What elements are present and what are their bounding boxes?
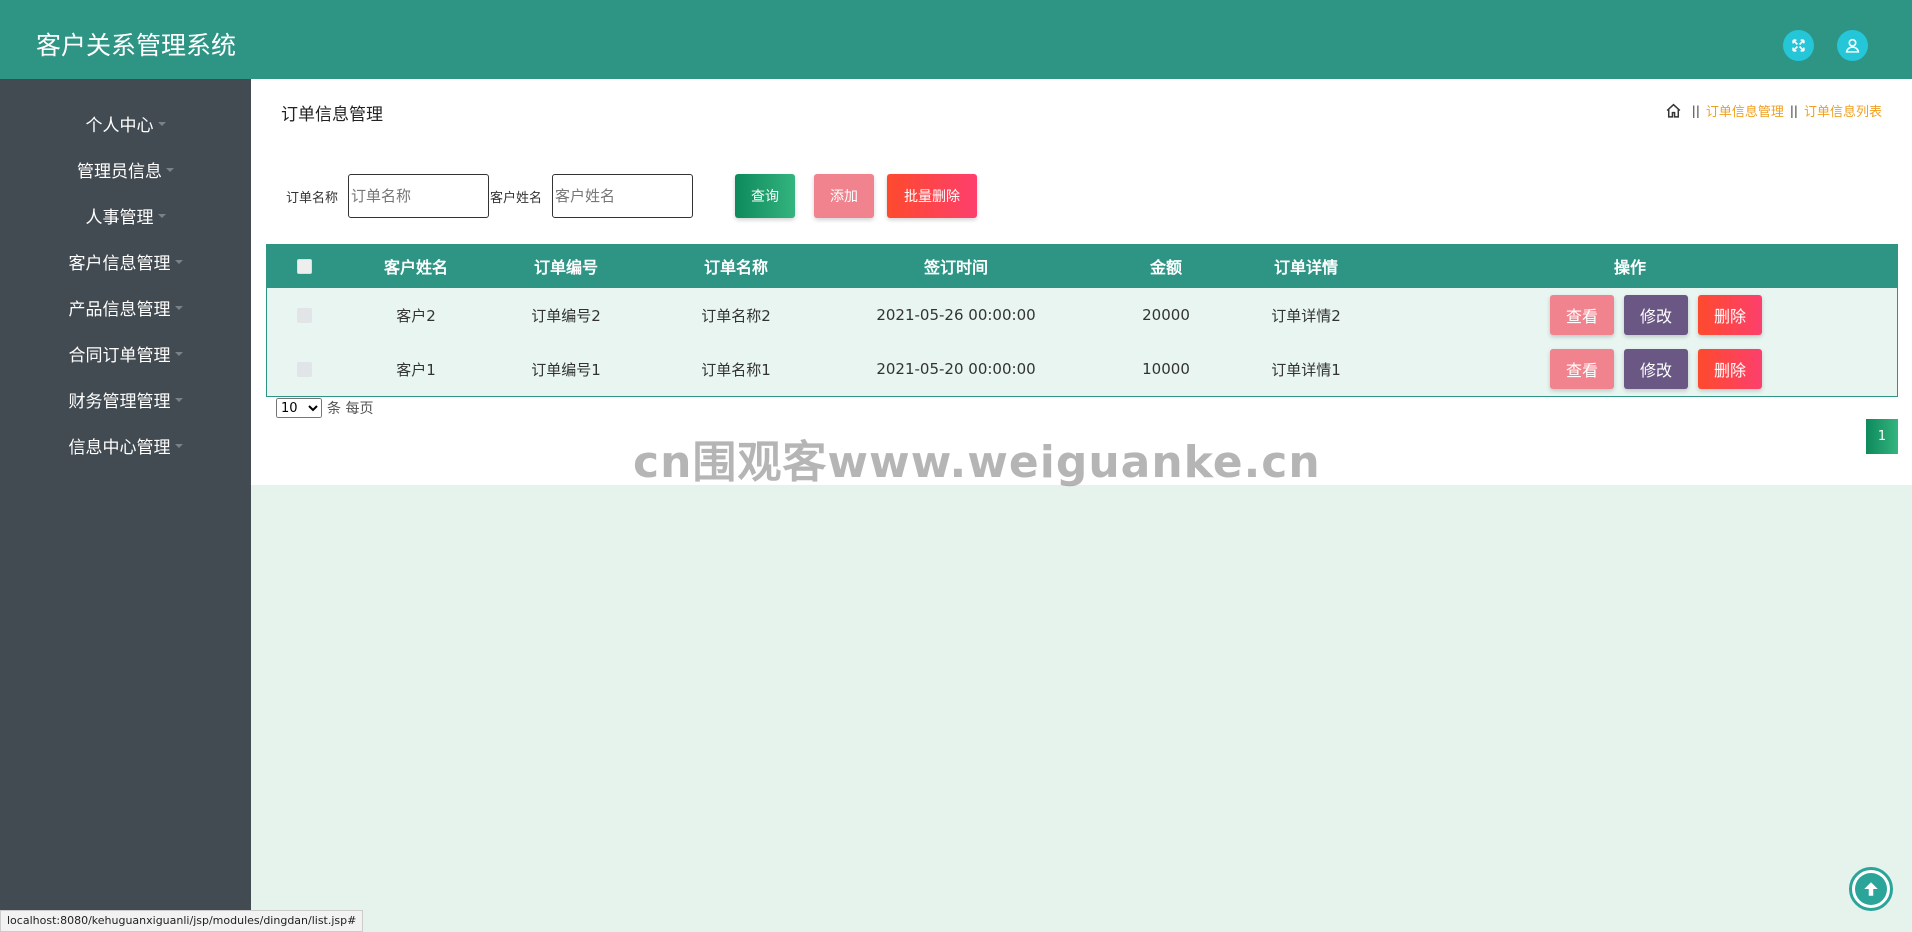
customer-name-label: 客户姓名 bbox=[490, 191, 543, 206]
sidebar-item-info-center[interactable]: 信息中心管理 bbox=[0, 422, 251, 468]
page-number-button[interactable]: 1 bbox=[1866, 419, 1898, 454]
sidebar-item-contract-order[interactable]: 合同订单管理 bbox=[0, 330, 251, 376]
order-name-input[interactable] bbox=[348, 174, 489, 218]
order-table: 客户姓名 订单编号 订单名称 签订时间 金额 订单详情 操作 客户2 订单编号2… bbox=[266, 244, 1898, 397]
cell-signed-at: 2021-05-26 00:00:00 bbox=[876, 306, 1036, 324]
table-row: 客户2 订单编号2 订单名称2 2021-05-26 00:00:00 2000… bbox=[267, 288, 1897, 342]
cell-customer: 客户1 bbox=[396, 360, 436, 379]
sidebar-item-finance[interactable]: 财务管理管理 bbox=[0, 376, 251, 422]
page-size-control: 10 条 每页 bbox=[276, 398, 373, 418]
query-button[interactable]: 查询 bbox=[735, 174, 795, 218]
page-size-select[interactable]: 10 bbox=[276, 398, 322, 418]
cell-order-name: 订单名称2 bbox=[701, 306, 771, 325]
breadcrumb-item-order-management[interactable]: 订单信息管理 bbox=[1706, 101, 1784, 120]
cell-order-no: 订单编号1 bbox=[531, 360, 601, 379]
caret-down-icon bbox=[174, 444, 183, 448]
per-page-label: 条 每页 bbox=[327, 401, 374, 417]
sidebar-item-personal-center[interactable]: 个人中心 bbox=[0, 100, 251, 146]
column-header-order-name[interactable]: 订单名称 bbox=[641, 244, 831, 288]
view-button[interactable]: 查看 bbox=[1550, 349, 1614, 389]
sidebar-item-label: 管理员信息 bbox=[77, 161, 162, 182]
caret-down-icon bbox=[157, 214, 166, 218]
cell-order-name: 订单名称1 bbox=[701, 360, 771, 379]
arrow-up-icon bbox=[1864, 882, 1878, 896]
order-name-label: 订单名称 bbox=[286, 191, 339, 206]
row-checkbox[interactable] bbox=[296, 361, 312, 377]
column-header-customer[interactable]: 客户姓名 bbox=[341, 244, 491, 288]
sidebar-item-label: 人事管理 bbox=[85, 207, 154, 228]
sidebar-item-label: 客户信息管理 bbox=[68, 253, 171, 274]
add-button[interactable]: 添加 bbox=[814, 174, 874, 218]
edit-button[interactable]: 修改 bbox=[1624, 349, 1688, 389]
select-all-checkbox[interactable] bbox=[296, 258, 312, 274]
cell-customer: 客户2 bbox=[396, 306, 436, 325]
sidebar-item-label: 信息中心管理 bbox=[68, 437, 171, 458]
top-header: 客户关系管理系统 bbox=[0, 0, 1912, 79]
breadcrumb: || 订单信息管理 || 订单信息列表 bbox=[1665, 101, 1882, 120]
batch-delete-button[interactable]: 批量删除 bbox=[887, 174, 977, 218]
fullscreen-button[interactable] bbox=[1783, 30, 1814, 61]
watermark: cn围观客www.weiguanke.cn bbox=[633, 437, 1321, 488]
sidebar-item-product-info[interactable]: 产品信息管理 bbox=[0, 284, 251, 330]
row-checkbox[interactable] bbox=[296, 307, 312, 323]
sidebar-item-label: 个人中心 bbox=[85, 115, 154, 136]
app-title: 客户关系管理系统 bbox=[36, 31, 237, 60]
edit-button[interactable]: 修改 bbox=[1624, 295, 1688, 335]
cell-detail: 订单详情2 bbox=[1271, 306, 1341, 325]
view-button[interactable]: 查看 bbox=[1550, 295, 1614, 335]
cell-amount: 20000 bbox=[1142, 306, 1190, 324]
breadcrumb-separator: || bbox=[1691, 103, 1700, 118]
cell-order-no: 订单编号2 bbox=[531, 306, 601, 325]
cell-signed-at: 2021-05-20 00:00:00 bbox=[876, 360, 1036, 378]
fullscreen-icon bbox=[1792, 39, 1805, 52]
column-header-actions: 操作 bbox=[1613, 258, 1646, 277]
caret-down-icon bbox=[157, 122, 166, 126]
column-header-detail[interactable]: 订单详情 bbox=[1251, 244, 1361, 288]
sidebar-item-label: 合同订单管理 bbox=[68, 345, 171, 366]
sidebar-item-hr[interactable]: 人事管理 bbox=[0, 192, 251, 238]
sidebar-item-customer-info[interactable]: 客户信息管理 bbox=[0, 238, 251, 284]
page-title: 订单信息管理 bbox=[281, 105, 383, 125]
column-header-signed-at[interactable]: 签订时间 bbox=[831, 244, 1081, 288]
breadcrumb-separator: || bbox=[1789, 103, 1798, 118]
breadcrumb-item-order-list: 订单信息列表 bbox=[1803, 105, 1882, 120]
user-icon bbox=[1845, 38, 1860, 53]
customer-name-input[interactable] bbox=[552, 174, 693, 218]
sidebar: 个人中心 管理员信息 人事管理 客户信息管理 产品信息管理 合同订单管理 财务管… bbox=[0, 79, 251, 932]
column-header-amount[interactable]: 金额 bbox=[1081, 244, 1251, 288]
cell-amount: 10000 bbox=[1142, 360, 1190, 378]
user-button[interactable] bbox=[1837, 30, 1868, 61]
main-panel: 订单信息管理 || 订单信息管理 || 订单信息列表 订单名称 客户姓名 查询 … bbox=[251, 79, 1912, 485]
home-icon[interactable] bbox=[1665, 102, 1682, 119]
status-bar-url: localhost:8080/kehuguanxiguanli/jsp/modu… bbox=[0, 910, 364, 932]
caret-down-icon bbox=[174, 260, 183, 264]
cell-detail: 订单详情1 bbox=[1271, 360, 1341, 379]
back-to-top-button[interactable] bbox=[1849, 867, 1893, 911]
delete-button[interactable]: 删除 bbox=[1698, 349, 1762, 389]
table-header-row: 客户姓名 订单编号 订单名称 签订时间 金额 订单详情 操作 bbox=[267, 244, 1897, 288]
sidebar-item-label: 产品信息管理 bbox=[68, 299, 171, 320]
delete-button[interactable]: 删除 bbox=[1698, 295, 1762, 335]
column-header-order-no[interactable]: 订单编号 bbox=[491, 244, 641, 288]
caret-down-icon bbox=[174, 398, 183, 402]
table-row: 客户1 订单编号1 订单名称1 2021-05-20 00:00:00 1000… bbox=[267, 342, 1897, 396]
sidebar-item-admin-info[interactable]: 管理员信息 bbox=[0, 146, 251, 192]
sidebar-item-label: 财务管理管理 bbox=[68, 391, 171, 412]
caret-down-icon bbox=[174, 306, 183, 310]
caret-down-icon bbox=[174, 352, 183, 356]
caret-down-icon bbox=[166, 168, 174, 172]
